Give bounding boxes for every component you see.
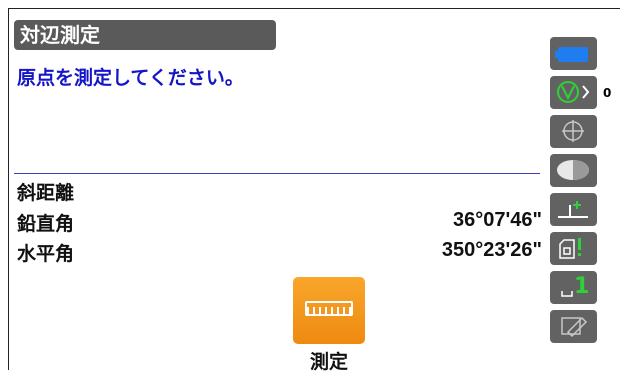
battery-icon xyxy=(555,47,588,62)
page-number: 1 xyxy=(574,274,590,299)
laser-icon xyxy=(557,160,589,180)
laser-button[interactable] xyxy=(550,154,597,187)
page-title: 対辺測定 xyxy=(14,20,276,50)
page-button[interactable]: 1 xyxy=(550,271,597,304)
target-count: 0 xyxy=(603,86,612,100)
vertical-angle-value: 36°07'46" xyxy=(453,209,542,231)
slope-distance-label: 斜距離 xyxy=(17,182,75,204)
tilt-button[interactable] xyxy=(550,193,597,226)
ruler-icon xyxy=(305,301,353,316)
instruction-text: 原点を測定してください。 xyxy=(17,67,244,89)
input-mode-button[interactable] xyxy=(550,310,597,343)
horizontal-angle-label: 水平角 xyxy=(17,243,75,265)
measure-button-label[interactable]: 測定 xyxy=(293,347,365,374)
crosshair-button[interactable] xyxy=(550,115,597,148)
battery-button[interactable] xyxy=(550,37,597,70)
horizontal-angle-value: 350°23'26" xyxy=(441,239,542,261)
vertical-angle-label: 鉛直角 xyxy=(17,213,75,235)
edm-mode-icon xyxy=(559,238,581,259)
target-prism-icon xyxy=(557,81,590,103)
edm-mode-button[interactable] xyxy=(550,232,597,265)
crosshair-icon xyxy=(562,120,584,142)
tilt-correction-icon xyxy=(558,201,588,218)
divider xyxy=(14,173,540,174)
measure-button[interactable] xyxy=(293,277,365,344)
target-button[interactable] xyxy=(550,76,597,109)
input-mode-icon xyxy=(561,316,588,338)
